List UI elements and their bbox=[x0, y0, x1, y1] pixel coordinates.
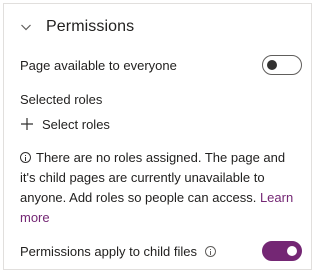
toggle-knob bbox=[267, 60, 277, 70]
child-info-icon[interactable] bbox=[205, 245, 217, 257]
select-roles-label: Select roles bbox=[42, 116, 110, 132]
no-roles-info: There are no roles assigned. The page an… bbox=[20, 148, 304, 228]
chevron-down-icon bbox=[21, 24, 31, 31]
permissions-section-header[interactable]: Permissions bbox=[20, 16, 134, 38]
everyone-row: Page available to everyone bbox=[20, 54, 302, 76]
permissions-panel: Permissions Page available to everyone S… bbox=[3, 3, 312, 270]
child-files-left: Permissions apply to child files bbox=[20, 243, 217, 259]
selected-roles-label: Selected roles bbox=[20, 92, 103, 107]
child-files-row: Permissions apply to child files bbox=[20, 240, 302, 262]
everyone-toggle[interactable] bbox=[262, 55, 302, 75]
section-title: Permissions bbox=[46, 18, 135, 35]
info-icon bbox=[20, 152, 31, 163]
plus-icon bbox=[21, 118, 33, 130]
everyone-label: Page available to everyone bbox=[20, 57, 177, 73]
toggle-knob bbox=[287, 246, 297, 256]
child-files-label: Permissions apply to child files bbox=[20, 243, 198, 259]
info-message: There are no roles assigned. The page an… bbox=[20, 150, 286, 205]
select-roles-button[interactable]: Select roles bbox=[20, 114, 110, 134]
child-files-toggle[interactable] bbox=[262, 241, 302, 261]
